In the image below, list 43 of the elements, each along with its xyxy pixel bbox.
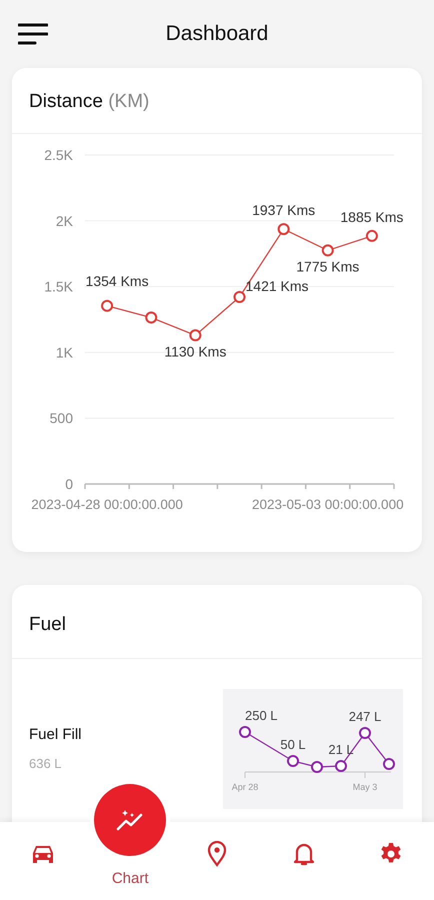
data-label: 1937 Kms [252,202,316,218]
data-point [311,760,323,772]
metric-label: Fuel Fill [29,724,83,744]
data-point [278,222,290,235]
y-tick-label: 2K [56,212,73,228]
data-label: 1421 Kms [246,278,309,294]
data-label: 250 L [245,708,278,722]
location-pin-icon[interactable] [206,841,227,867]
x-tick-label: 2023-04-28 00:00:00.000 [31,496,183,512]
y-tick-label: 1K [56,344,73,360]
data-label: 21 L [328,742,354,756]
data-point [383,758,395,770]
y-tick-label: 1.5K [44,278,73,294]
data-point [145,311,158,324]
y-tick-label: 2.5K [44,146,73,162]
data-label: 1885 Kms [340,208,404,224]
data-point [234,290,246,302]
page-title: Dashboard [166,22,268,46]
data-label: 50 L [280,736,306,752]
data-point [366,229,378,242]
y-tick-label: 0 [65,476,73,492]
data-point [322,244,334,256]
x-tick-label: 2023-05-03 00:00:00.000 [252,496,404,512]
metric-value: 636 L [29,755,63,773]
data-point [359,726,371,738]
card-title: Distance (KM) [29,91,150,112]
data-point [189,328,202,341]
data-point [287,754,299,766]
tab-label: Chart [112,868,149,888]
x-tick-label: Apr 28 [232,782,258,792]
data-point [239,726,251,738]
y-tick-label: 500 [50,410,73,426]
data-point [101,299,114,312]
x-tick-label: May 3 [352,782,378,792]
data-label: 1354 Kms [86,272,149,288]
card-title: Fuel [29,614,66,635]
menu-icon[interactable] [18,23,48,45]
car-icon[interactable] [31,843,56,865]
data-label: 247 L [348,708,382,724]
data-label: 1130 Kms [164,342,226,359]
data-point [335,760,347,772]
data-label: 1775 Kms [296,258,360,274]
bell-icon[interactable] [292,841,315,867]
